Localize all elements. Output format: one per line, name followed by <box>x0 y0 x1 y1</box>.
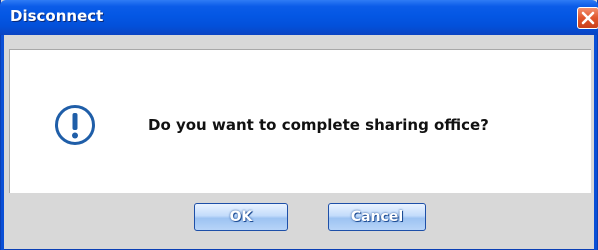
close-button[interactable] <box>577 7 598 29</box>
disconnect-dialog: Disconnect Do you want to complete shari… <box>0 0 598 250</box>
title-bar[interactable]: Disconnect <box>0 0 598 35</box>
window-border-right <box>594 35 597 250</box>
close-icon <box>581 11 595 25</box>
message-text: Do you want to complete sharing office? <box>148 116 489 134</box>
window-title: Disconnect <box>10 7 104 25</box>
message-panel: Do you want to complete sharing office? <box>9 49 591 193</box>
window-border-left <box>1 35 4 250</box>
exclamation-icon <box>55 105 95 145</box>
cancel-button[interactable]: Cancel <box>328 203 426 231</box>
ok-button[interactable]: OK <box>194 203 288 231</box>
